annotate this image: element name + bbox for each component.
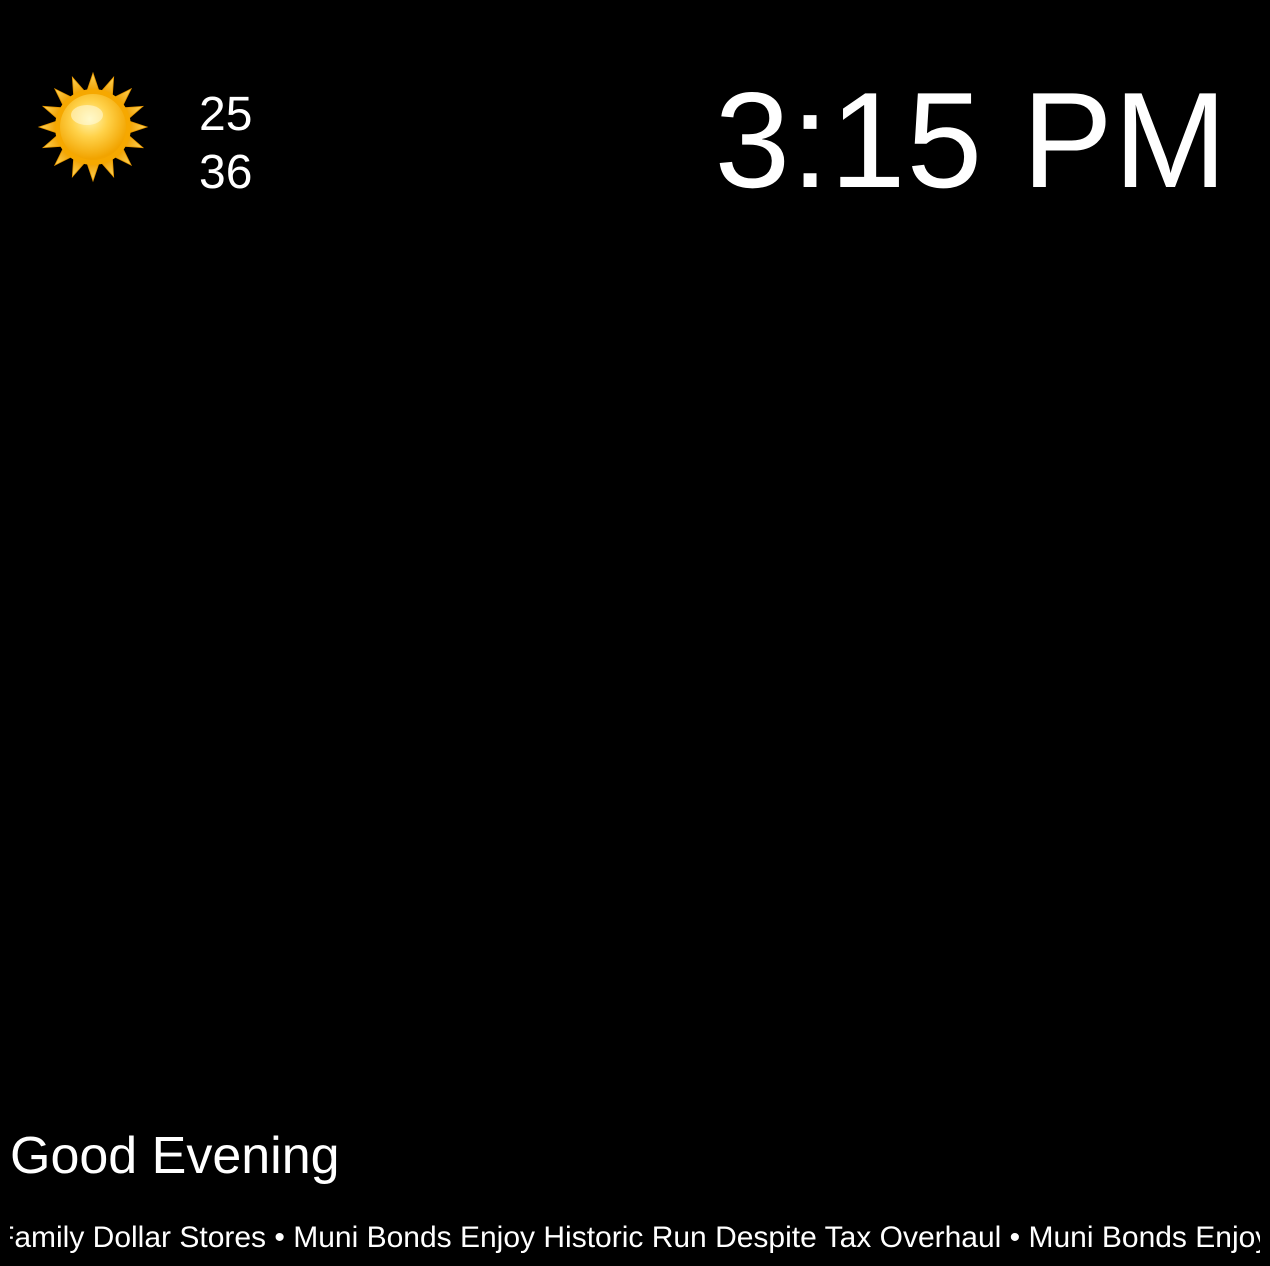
temperature-current: 25: [199, 88, 253, 141]
temperature-secondary: 36: [199, 146, 253, 199]
clock-time: 3:15 PM: [714, 64, 1228, 216]
temperature-readout: 25 36: [199, 86, 252, 202]
news-ticker: Family Dollar Stores • Muni Bonds Enjoy …: [10, 1216, 1260, 1260]
weather-widget: 25 36: [36, 70, 296, 199]
sun-icon: [37, 71, 149, 183]
mirror-screen: 25 36 3:15 PM Good Evening Family Dollar…: [0, 0, 1270, 1266]
greeting-text: Good Evening: [10, 1127, 340, 1185]
news-ticker-text: Family Dollar Stores • Muni Bonds Enjoy …: [10, 1221, 1260, 1254]
